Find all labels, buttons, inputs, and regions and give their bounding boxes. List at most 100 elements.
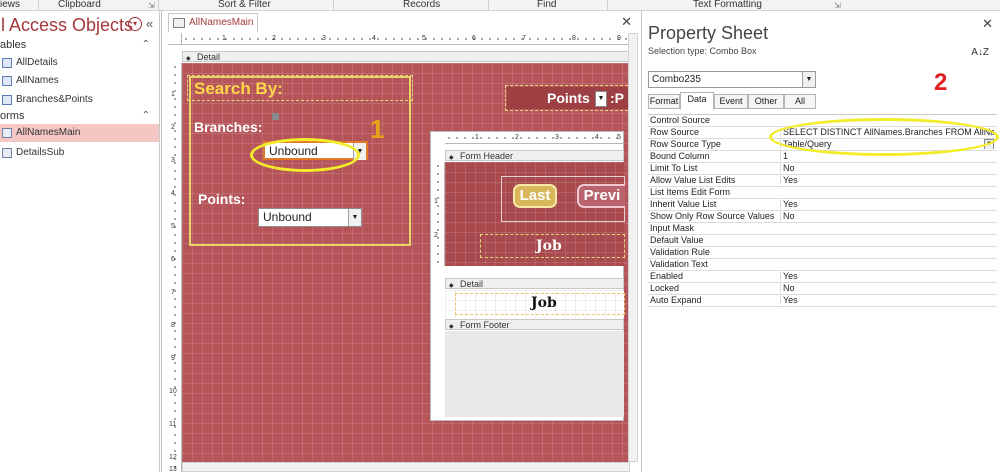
section-label: Form Footer [460,320,510,330]
property-name: Default Value [650,235,704,245]
nav-pane-title[interactable]: ll Access Objects [0,15,133,36]
property-row-validation-rule[interactable]: Validation Rule [648,247,997,259]
annotation-number-2: 2 [934,69,948,96]
subform-horizontal-ruler: 1 2 3 4 5 [445,132,624,144]
object-selector-combo[interactable]: Combo235 ▼ [648,71,816,88]
nav-item-detailssub[interactable]: DetailsSub [0,144,159,162]
form-icon [173,18,185,28]
collapse-chevron-icon[interactable]: ⌃ [142,39,150,50]
clipboard-launcher-icon[interactable]: ⇲ [148,1,155,10]
text-formatting-launcher-icon[interactable]: ⇲ [834,1,841,10]
object-selector-value: Combo235 [652,74,701,85]
tab-event[interactable]: Event [714,94,748,109]
collapse-chevron-icon[interactable]: ⌃ [142,110,150,121]
nav-item-label: AllNames [16,75,59,86]
property-row-allow-value-list-edits[interactable]: Allow Value List Edits Yes [648,175,997,187]
nav-item-label: DetailsSub [16,147,65,158]
section-bar-detail[interactable]: ◆ Detail [182,51,630,62]
nav-item-label: AllDetails [16,57,58,68]
nav-group-tables[interactable]: ables ⌃ [0,39,160,53]
ribbon-group-clipboard: Clipboard [58,0,101,10]
subform-vertical-ruler: 1 2 [431,162,445,266]
tab-format[interactable]: Format [648,94,680,109]
dropdown-arrow-icon[interactable]: ▼ [595,91,607,107]
tab-data[interactable]: Data [680,92,714,110]
property-row-inherit-value-list[interactable]: Inherit Value List Yes [648,199,997,211]
shutter-bar-close-icon[interactable]: « [146,16,153,31]
property-row-enabled[interactable]: Enabled Yes [648,271,997,283]
move-handle[interactable] [272,113,279,120]
previous-button[interactable]: Previ [577,184,625,208]
property-row-auto-expand[interactable]: Auto Expand Yes [648,295,997,307]
document-tab-allnamesmain[interactable]: AllNamesMain [168,13,258,32]
property-value[interactable]: Yes [780,295,994,305]
section-label: Detail [197,52,221,62]
nav-item-label: AllNamesMain [16,127,81,138]
close-property-sheet-icon[interactable]: ✕ [982,16,993,32]
nav-group-forms[interactable]: orms ⌃ [0,110,160,124]
property-row-show-only-row-source-values[interactable]: Show Only Row Source Values No [648,211,997,223]
nav-item-branches-points[interactable]: Branches&Points [0,91,159,109]
tab-other[interactable]: Other [748,94,784,109]
dropdown-arrow-icon[interactable]: ▼ [348,209,361,226]
annotation-number-1: 1 [370,114,385,144]
horizontal-scrollbar[interactable] [182,462,630,472]
form-designer-window: AllNamesMain ✕ 1 2 3 4 5 6 7 8 9 ◆ Detai… [161,11,638,473]
subform-empty-area [445,331,624,417]
property-row-list-items-edit-form[interactable]: List Items Edit Form [648,187,997,199]
property-row-input-mask[interactable]: Input Mask [648,223,997,235]
property-name: Validation Rule [650,247,710,257]
section-label: Form Header [460,151,514,161]
property-name: Input Mask [650,223,695,233]
horizontal-ruler[interactable]: 1 2 3 4 5 6 7 8 9 [182,33,630,45]
property-value[interactable]: Yes [780,271,994,281]
property-name: Inherit Value List [650,199,717,209]
property-name: Show Only Row Source Values [650,211,775,221]
close-document-icon[interactable]: ✕ [621,14,632,30]
nav-item-allnamesmain[interactable]: AllNamesMain [0,124,159,142]
vertical-scrollbar[interactable] [628,33,638,462]
last-button[interactable]: Last [513,184,557,208]
section-bar-subform-detail[interactable]: ◆ Detail [445,278,624,289]
ribbon-group-labels: iews Clipboard ⇲ Sort & Filter Records F… [0,0,1000,11]
annotation-ellipse-1 [250,138,360,172]
property-value[interactable]: Yes [780,199,994,209]
property-row-limit-to-list[interactable]: Limit To List No [648,163,997,175]
property-row-default-value[interactable]: Default Value [648,235,997,247]
property-value[interactable]: No [780,163,994,173]
points-combo[interactable]: Unbound ▼ [258,208,362,227]
job-header-label: Job [536,238,562,254]
property-value[interactable]: No [780,283,994,293]
annotation-ellipse-2 [769,118,999,156]
property-row-validation-text[interactable]: Validation Text [648,259,997,271]
dropdown-arrow-icon[interactable]: ▼ [802,72,815,87]
job-detail-field: Job [531,295,557,311]
nav-menu-dropdown-icon[interactable]: ▾ [128,17,142,31]
property-value[interactable]: Yes [780,175,994,185]
section-bar-form-footer[interactable]: ◆ Form Footer [445,319,624,330]
sort-icon[interactable]: A↓Z [971,47,989,58]
subform-control[interactable]: 1 2 3 4 5 ◆ Form Header 1 2 Last Previ J… [430,131,625,421]
form-selector[interactable] [168,33,182,45]
property-name: Allow Value List Edits [650,175,736,185]
branches-label: Branches: [194,119,263,135]
property-name: Validation Text [650,259,708,269]
property-value[interactable]: No [780,211,994,221]
form-icon [2,128,12,138]
property-name: Row Source [650,127,700,137]
section-bar-form-header[interactable]: ◆ Form Header [445,150,624,161]
tab-all[interactable]: All [784,94,816,109]
property-sheet-pane: Property Sheet ✕ Selection type: Combo B… [641,11,1000,472]
ribbon-group-records: Records [403,0,441,10]
vertical-ruler[interactable]: 1 2 3 4 5 6 7 8 9 10 11 12 13 [168,63,182,473]
document-tab-label: AllNamesMain [189,17,254,28]
points-combo-value: Unbound [263,210,312,224]
nav-item-alldetails[interactable]: AllDetails [0,54,159,72]
nav-item-label: Branches&Points [16,94,93,105]
table-icon [2,58,12,68]
navigation-pane: ll Access Objects ▾ « ables ⌃ AllDetails… [0,11,160,472]
ribbon-group-views: iews [0,0,21,10]
property-sheet-title: Property Sheet [648,23,769,43]
property-row-locked[interactable]: Locked No [648,283,997,295]
nav-item-allnames[interactable]: AllNames [0,72,159,90]
